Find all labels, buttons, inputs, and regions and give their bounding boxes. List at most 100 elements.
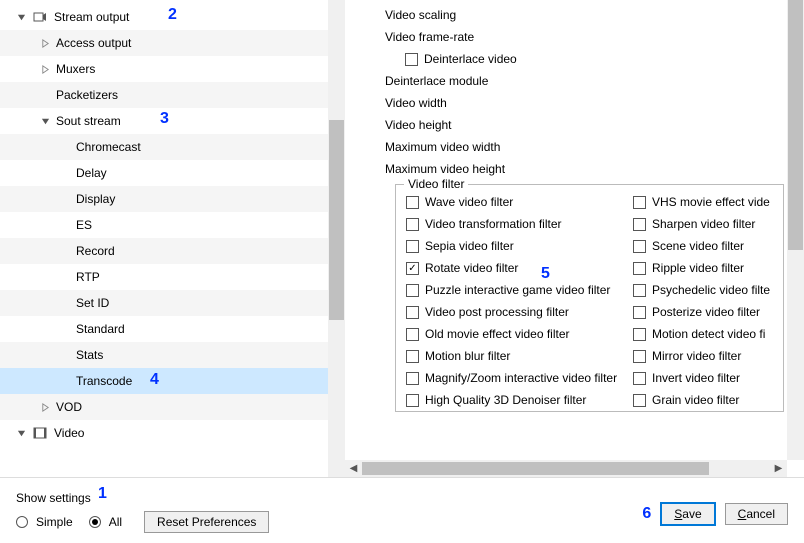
tree-item-access-output[interactable]: Access output	[0, 30, 345, 56]
tree-item-set-id[interactable]: Set ID	[0, 290, 345, 316]
annotation-6: 6	[642, 505, 651, 523]
tree-item-sout-stream[interactable]: Sout stream 3	[0, 108, 345, 134]
checkbox-icon	[406, 394, 419, 407]
tree-item-standard[interactable]: Standard	[0, 316, 345, 342]
filter-label: Wave video filter	[425, 195, 513, 209]
tree-label: Set ID	[76, 296, 345, 310]
tree-item-rtp[interactable]: RTP	[0, 264, 345, 290]
tree-label: Stats	[76, 348, 345, 362]
filter-checkbox[interactable]: Wave video filter	[396, 191, 623, 213]
tree-label: Packetizers	[56, 88, 345, 102]
chevron-right-icon	[38, 400, 52, 414]
chevron-down-icon	[14, 426, 28, 440]
filter-checkbox[interactable]: Ripple video filter	[623, 257, 783, 279]
save-button[interactable]: Save	[661, 503, 714, 525]
filter-checkbox[interactable]: Video post processing filter	[396, 301, 623, 323]
checkbox-icon	[406, 218, 419, 231]
tree-item-chromecast[interactable]: Chromecast	[0, 134, 345, 160]
checkbox-deinterlace-video[interactable]: Deinterlace video	[365, 48, 804, 70]
tree-label: VOD	[56, 400, 345, 414]
tree-label: Transcode	[76, 374, 345, 388]
filter-label: Rotate video filter	[425, 261, 518, 275]
tree-label: ES	[76, 218, 345, 232]
filter-checkbox[interactable]: ✓ Rotate video filter	[396, 257, 623, 279]
tree-item-delay[interactable]: Delay	[0, 160, 345, 186]
filter-checkbox[interactable]: Posterize video filter	[623, 301, 783, 323]
checkbox-icon	[633, 240, 646, 253]
chevron-down-icon	[38, 114, 52, 128]
filter-label: Motion detect video fi	[652, 327, 765, 341]
filter-label: Scene video filter	[652, 239, 744, 253]
label: Maximum video width	[385, 140, 500, 154]
checkbox-icon	[633, 262, 646, 275]
setting-video-height: Video height	[365, 114, 804, 136]
tree-item-muxers[interactable]: Muxers	[0, 56, 345, 82]
tree-item-transcode[interactable]: Transcode 4	[0, 368, 345, 394]
tree-item-record[interactable]: Record	[0, 238, 345, 264]
checkbox-icon	[406, 196, 419, 209]
filter-label: Posterize video filter	[652, 305, 760, 319]
scrollbar-thumb[interactable]	[329, 120, 344, 320]
filter-label: Motion blur filter	[425, 349, 510, 363]
filter-checkbox[interactable]: Magnify/Zoom interactive video filter	[396, 367, 623, 389]
radio-all-label: All	[109, 515, 122, 529]
scroll-left-icon[interactable]: ◀	[345, 460, 362, 477]
settings-hscrollbar[interactable]: ◀ ▶	[345, 460, 787, 477]
filter-checkbox[interactable]: Old movie effect video filter	[396, 323, 623, 345]
checkbox-icon	[633, 328, 646, 341]
tree-item-video[interactable]: Video	[0, 420, 345, 446]
filter-label: Sepia video filter	[425, 239, 514, 253]
filter-label: VHS movie effect vide	[652, 195, 770, 209]
checkbox-icon	[633, 284, 646, 297]
tree-item-es[interactable]: ES	[0, 212, 345, 238]
filter-checkbox[interactable]: Scene video filter	[623, 235, 783, 257]
tree-item-display[interactable]: Display	[0, 186, 345, 212]
tree-scrollbar[interactable]	[328, 0, 345, 477]
filter-checkbox[interactable]: Mirror video filter	[623, 345, 783, 367]
tree-item-stream-output[interactable]: Stream output 2	[0, 4, 345, 30]
tree-label: Muxers	[56, 62, 345, 76]
filter-checkbox[interactable]: Psychedelic video filte	[623, 279, 783, 301]
cancel-button[interactable]: Cancel	[725, 503, 788, 525]
scrollbar-thumb[interactable]	[788, 0, 803, 250]
stream-output-icon	[32, 9, 48, 25]
tree-label: Sout stream	[56, 114, 345, 128]
filter-checkbox[interactable]: Motion blur filter	[396, 345, 623, 367]
scrollbar-thumb[interactable]	[362, 462, 709, 475]
label: Video scaling	[385, 8, 456, 22]
checkbox-icon	[633, 372, 646, 385]
filter-checkbox[interactable]: Video transformation filter	[396, 213, 623, 235]
checkbox-icon	[406, 240, 419, 253]
filter-checkbox[interactable]: High Quality 3D Denoiser filter	[396, 389, 623, 411]
tree-label: Video	[54, 426, 345, 440]
filter-checkbox[interactable]: Grain video filter	[623, 389, 783, 411]
checkbox-icon	[406, 350, 419, 363]
settings-vscrollbar[interactable]	[787, 0, 804, 460]
setting-video-width: Video width	[365, 92, 804, 114]
video-filter-fieldset: Video filter Wave video filterVideo tran…	[395, 184, 784, 412]
filter-checkbox[interactable]: Puzzle interactive game video filter	[396, 279, 623, 301]
filter-label: Puzzle interactive game video filter	[425, 283, 610, 297]
filter-checkbox[interactable]: Sharpen video filter	[623, 213, 783, 235]
filter-checkbox[interactable]: Sepia video filter	[396, 235, 623, 257]
scroll-right-icon[interactable]: ▶	[770, 460, 787, 477]
filter-label: Video post processing filter	[425, 305, 569, 319]
tree-label: Access output	[56, 36, 345, 50]
radio-simple[interactable]	[16, 516, 28, 528]
tree-item-stats[interactable]: Stats	[0, 342, 345, 368]
label: Video height	[385, 118, 452, 132]
filter-checkbox[interactable]: Invert video filter	[623, 367, 783, 389]
checkbox-icon: ✓	[406, 262, 419, 275]
tree-item-vod[interactable]: VOD	[0, 394, 345, 420]
checkbox-icon	[406, 284, 419, 297]
filter-checkbox[interactable]: VHS movie effect vide	[623, 191, 783, 213]
checkbox-icon	[633, 196, 646, 209]
filter-label: Psychedelic video filte	[652, 283, 770, 297]
reset-preferences-button[interactable]: Reset Preferences	[144, 511, 269, 533]
radio-all[interactable]	[89, 516, 101, 528]
label: Deinterlace module	[385, 74, 488, 88]
tree-item-packetizers[interactable]: Packetizers	[0, 82, 345, 108]
bottom-bar: Show settings 1 Simple All Reset Prefere…	[0, 483, 804, 543]
setting-video-scaling: Video scaling	[365, 4, 804, 26]
filter-checkbox[interactable]: Motion detect video fi	[623, 323, 783, 345]
